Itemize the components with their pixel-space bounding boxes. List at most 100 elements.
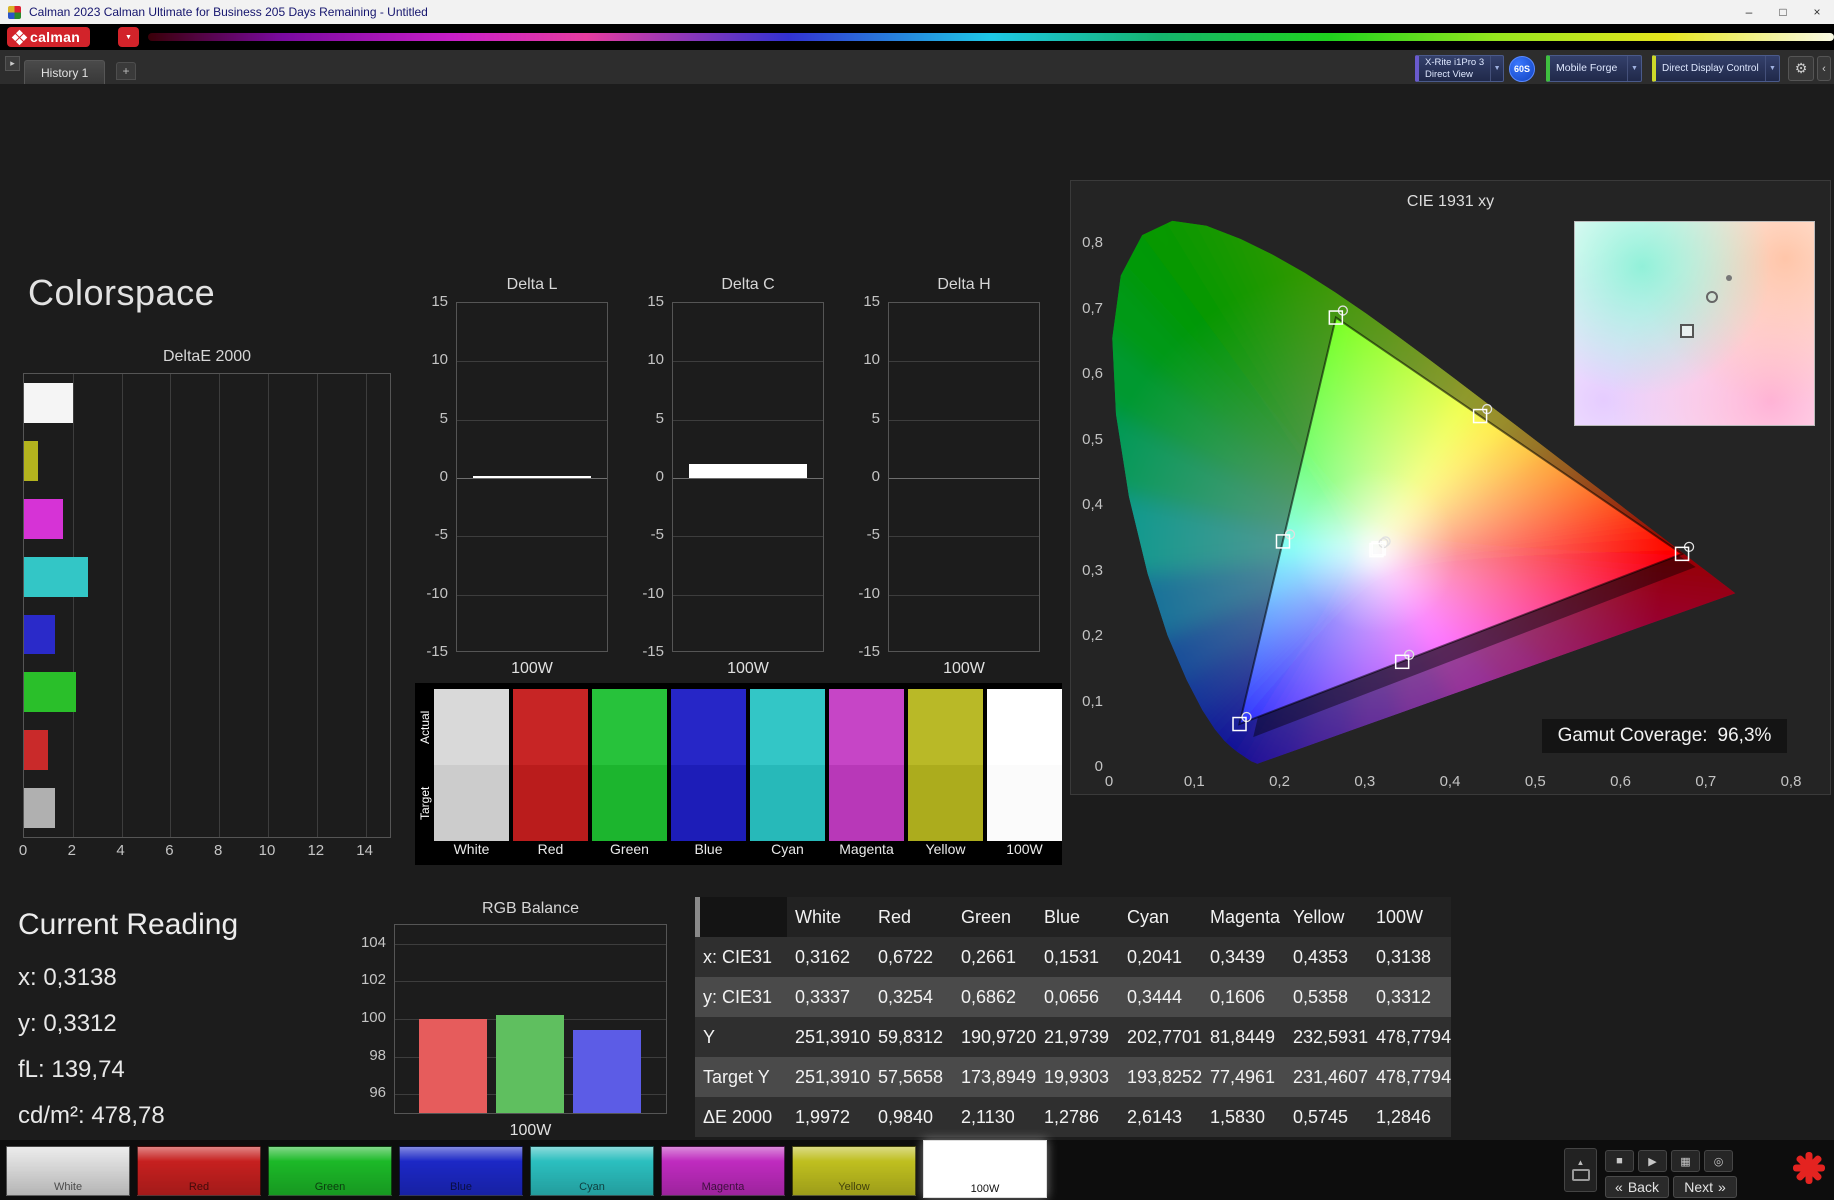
gridline — [457, 536, 607, 538]
gridline — [889, 361, 1039, 363]
cie-y-tick: 0,5 — [1082, 430, 1103, 448]
next-button[interactable]: Next » — [1673, 1176, 1737, 1198]
deltae-bar-100w — [24, 788, 56, 828]
cie-x-tick: 0,6 — [1610, 773, 1631, 790]
swatch-actual-magenta — [829, 689, 904, 765]
cie-x-tick: 0,5 — [1524, 773, 1546, 790]
delta-bar-100w — [473, 476, 591, 479]
panel-collapse-button[interactable]: ‹ — [1817, 56, 1831, 81]
gridline — [457, 419, 607, 421]
y-tick-label: -15 — [642, 643, 664, 660]
gridline — [365, 374, 367, 837]
tab-collapse-button[interactable]: ▸ — [5, 56, 20, 71]
rgb-bar-red — [419, 1019, 487, 1113]
tab-history-1[interactable]: History 1 — [24, 60, 106, 84]
table-cell: 19,9303 — [1044, 1067, 1110, 1087]
table-cell: 251,3910 — [795, 1067, 870, 1087]
deltae-x-tick: 2 — [67, 842, 76, 859]
link-button[interactable]: ◎ — [1704, 1150, 1733, 1172]
pattern-button-cyan[interactable]: Cyan — [530, 1146, 654, 1196]
minimize-button[interactable]: – — [1732, 0, 1766, 24]
y-tick-label: 0 — [439, 468, 448, 485]
rgb-x-axis-label: 100W — [509, 1122, 552, 1139]
logo-menu-dropdown[interactable]: ▼ — [118, 27, 139, 47]
swatch-actual-red — [513, 689, 588, 765]
column-header-red: Red — [878, 907, 912, 927]
pattern-button-100w[interactable]: 100W — [923, 1140, 1047, 1198]
row-label: ΔE 2000 — [703, 1107, 773, 1127]
calman-logo[interactable]: calman — [7, 27, 91, 47]
swatch-actual-cyan — [750, 689, 825, 765]
deltae-x-axis: 0 2 4 6 8 10 12 14 — [0, 842, 420, 862]
table-cell: 0,3337 — [795, 987, 851, 1007]
cie-1931-panel: CIE 1931 xy 0,8 0,7 0,6 0,5 0,4 0,3 0,2 0,1 0 0 0,… — [1070, 180, 1831, 795]
swatch-actual-white — [434, 689, 509, 765]
display-control-label: Direct Display Control — [1662, 62, 1759, 74]
deltae-x-tick: 0 — [18, 842, 28, 859]
stop-icon: ■ — [1616, 1155, 1623, 1167]
workflow-page: Colorspace DeltaE 2000 0 2 4 6 8 10 12 14 Delta… — [0, 84, 1834, 1140]
gamut-coverage-box: Gamut Coverage: 96,3% — [1542, 719, 1787, 753]
settings-gear-button[interactable]: ⚙ — [1788, 56, 1814, 81]
table-cell: 59,8312 — [878, 1027, 944, 1047]
meter-device-line1: X-Rite i1Pro 3 — [1425, 57, 1485, 69]
table-cell: 57,5658 — [878, 1067, 944, 1087]
deltae-x-tick: 10 — [258, 842, 276, 859]
measured-point-marker — [1680, 323, 1695, 338]
table-row: ΔE 2000 1,9972 0,9840 2,1130 1,2786 2,6143 1,5… — [695, 1097, 1451, 1137]
swatch-label-white: White — [453, 841, 490, 857]
measurement-table: White Red Green Blue Cyan Magenta Yellow 100W x:… — [695, 897, 1451, 1137]
pattern-button-red[interactable]: Red — [137, 1146, 261, 1196]
back-button[interactable]: « Back — [1605, 1176, 1669, 1198]
swatch-actual-blue — [671, 689, 746, 765]
stop-button[interactable]: ■ — [1605, 1150, 1634, 1172]
pattern-button-magenta[interactable]: Magenta — [661, 1146, 785, 1196]
table-cell: 81,8449 — [1210, 1027, 1276, 1047]
gridline — [121, 374, 123, 837]
y-tick-label: -5 — [434, 526, 448, 544]
pattern-window-button[interactable]: ▲ — [1564, 1148, 1597, 1192]
cie-x-tick: 0,3 — [1354, 773, 1376, 790]
table-cell: 0,3312 — [1376, 987, 1432, 1007]
deltae-2000-chart — [23, 373, 391, 838]
pattern-button-green[interactable]: Green — [268, 1146, 392, 1196]
meter-device-button[interactable]: X-Rite i1Pro 3 Direct View ▼ — [1415, 55, 1504, 82]
gridline — [395, 943, 666, 945]
table-cell: 0,5745 — [1293, 1107, 1349, 1127]
swatch-comparison-panel: Actual Target White Red Green Blue Cyan Magen… — [415, 683, 1062, 865]
y-tick-label: 0 — [871, 468, 880, 485]
pattern-button-blue[interactable]: Blue — [399, 1146, 523, 1196]
reading-y: y: 0,3312 — [18, 1010, 117, 1037]
y-tick-label: 15 — [863, 293, 880, 310]
x-axis-label: 100W — [511, 660, 553, 677]
exposure-badge[interactable]: 60S — [1509, 56, 1535, 82]
chart-title-delta-c: Delta C — [721, 276, 775, 293]
y-tick-label: 5 — [655, 409, 664, 427]
add-tab-button[interactable]: + — [116, 62, 136, 80]
save-button[interactable]: ▦ — [1671, 1150, 1700, 1172]
close-button[interactable]: × — [1800, 0, 1834, 24]
deltae-bar-yellow — [24, 440, 39, 481]
source-button[interactable]: Mobile Forge ▼ — [1546, 55, 1642, 82]
deltae-bar-blue — [24, 614, 56, 655]
pattern-label: Magenta — [701, 1181, 745, 1193]
y-tick-label: 5 — [871, 409, 880, 427]
chart-title-delta-h: Delta H — [937, 276, 991, 293]
swatch-label-100w: 100W — [1006, 841, 1043, 857]
cie-x-tick: 0,1 — [1183, 773, 1205, 790]
table-cell: 0,3162 — [795, 947, 851, 967]
screen-up-icon: ▲ — [1576, 1158, 1585, 1167]
calman-window: Calman 2023 Calman Ultimate for Business… — [0, 0, 1834, 1200]
deltae-x-tick: 14 — [356, 842, 373, 859]
maximize-button[interactable]: □ — [1766, 0, 1800, 24]
rgb-balance-title: RGB Balance — [482, 900, 579, 917]
current-reading-title: Current Reading — [18, 908, 239, 941]
pattern-button-white[interactable]: White — [6, 1146, 130, 1196]
play-button[interactable]: ▶ — [1638, 1150, 1667, 1172]
cie-x-tick: 0,2 — [1269, 773, 1290, 790]
y-tick-label: 5 — [439, 409, 448, 427]
swatch-actual-100w — [987, 689, 1062, 765]
pattern-button-yellow[interactable]: Yellow — [792, 1146, 916, 1196]
page-title: Colorspace — [28, 272, 216, 313]
display-control-button[interactable]: Direct Display Control ▼ — [1652, 55, 1780, 82]
